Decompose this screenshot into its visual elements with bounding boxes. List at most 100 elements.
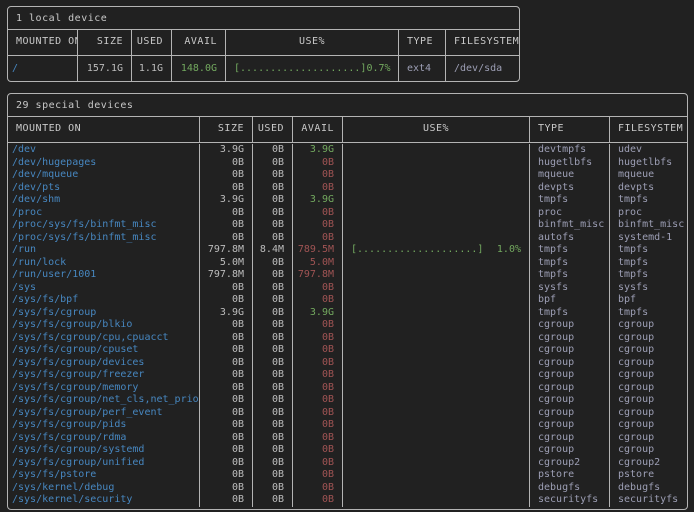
avail-cell: 0B bbox=[293, 332, 343, 345]
avail-cell: 148.0G bbox=[172, 56, 226, 81]
used-cell: 0B bbox=[253, 419, 293, 432]
size-cell: 0B bbox=[200, 469, 253, 482]
table-row: /sys/fs/cgroup/net_cls,net_prio0B0B0Bcgr… bbox=[8, 394, 687, 407]
type-cell: pstore bbox=[530, 469, 610, 482]
avail-cell: 3.9G bbox=[293, 307, 343, 320]
use-percent-cell bbox=[343, 494, 530, 507]
table-row: /sys/kernel/security0B0B0Bsecurityfssecu… bbox=[8, 494, 687, 507]
use-percent-cell bbox=[343, 294, 530, 307]
table-row: /sys/fs/pstore0B0B0Bpstorepstore bbox=[8, 469, 687, 482]
used-cell: 0B bbox=[253, 157, 293, 170]
type-cell: cgroup bbox=[530, 444, 610, 457]
avail-cell: 3.9G bbox=[293, 194, 343, 207]
mount-point-cell: / bbox=[8, 56, 78, 81]
size-cell: 0B bbox=[200, 232, 253, 245]
type-cell: hugetlbfs bbox=[530, 157, 610, 170]
use-percent-cell bbox=[343, 319, 530, 332]
filesystem-cell: cgroup bbox=[610, 332, 687, 345]
avail-cell: 0B bbox=[293, 407, 343, 420]
type-cell: tmpfs bbox=[530, 269, 610, 282]
avail-cell: 0B bbox=[293, 394, 343, 407]
mount-point-cell: /sys/fs/cgroup/perf_event bbox=[8, 407, 200, 420]
use-percent-cell bbox=[343, 444, 530, 457]
mount-point-cell: /sys/fs/cgroup/net_cls,net_prio bbox=[8, 394, 200, 407]
size-cell: 157.1G bbox=[78, 56, 132, 81]
filesystem-cell: cgroup bbox=[610, 444, 687, 457]
col-header-use-pct: USE% bbox=[226, 30, 399, 55]
avail-cell: 0B bbox=[293, 482, 343, 495]
type-cell: cgroup bbox=[530, 344, 610, 357]
avail-cell: 0B bbox=[293, 357, 343, 370]
table-row: /dev/shm3.9G0B3.9Gtmpfstmpfs bbox=[8, 194, 687, 207]
usage-percent: 1.0% bbox=[497, 244, 521, 257]
filesystem-cell: cgroup bbox=[610, 357, 687, 370]
special-table-body: /dev3.9G0B3.9Gdevtmpfsudev/dev/hugepages… bbox=[8, 143, 687, 509]
use-percent-cell bbox=[343, 257, 530, 270]
size-cell: 0B bbox=[200, 319, 253, 332]
type-cell: debugfs bbox=[530, 482, 610, 495]
filesystem-cell: cgroup bbox=[610, 432, 687, 445]
filesystem-cell: cgroup bbox=[610, 382, 687, 395]
table-row: /proc/sys/fs/binfmt_misc0B0B0Bbinfmt_mis… bbox=[8, 219, 687, 232]
type-cell: autofs bbox=[530, 232, 610, 245]
use-percent-cell bbox=[343, 469, 530, 482]
used-cell: 0B bbox=[253, 169, 293, 182]
used-cell: 0B bbox=[253, 194, 293, 207]
used-cell: 0B bbox=[253, 407, 293, 420]
type-cell: cgroup bbox=[530, 432, 610, 445]
table-row: /sys/fs/cgroup/memory0B0B0Bcgroupcgroup bbox=[8, 382, 687, 395]
special-table-header: MOUNTED ON SIZE USED AVAIL USE% TYPE FIL… bbox=[8, 117, 687, 143]
avail-cell: 0B bbox=[293, 219, 343, 232]
mount-point-cell: /run bbox=[8, 244, 200, 257]
size-cell: 0B bbox=[200, 169, 253, 182]
mount-point-cell: /sys/fs/cgroup/systemd bbox=[8, 444, 200, 457]
type-cell: binfmt_misc bbox=[530, 219, 610, 232]
mount-point-cell: /sys/fs/bpf bbox=[8, 294, 200, 307]
filesystem-cell: tmpfs bbox=[610, 307, 687, 320]
avail-cell: 0B bbox=[293, 419, 343, 432]
use-percent-cell bbox=[343, 419, 530, 432]
type-cell: cgroup2 bbox=[530, 457, 610, 470]
table-row: /sys/fs/cgroup/devices0B0B0Bcgroupcgroup bbox=[8, 357, 687, 370]
type-cell: cgroup bbox=[530, 332, 610, 345]
use-percent-cell bbox=[343, 357, 530, 370]
mount-point-cell: /dev/shm bbox=[8, 194, 200, 207]
avail-cell: 0B bbox=[293, 344, 343, 357]
used-cell: 8.4M bbox=[253, 244, 293, 257]
used-cell: 0B bbox=[253, 294, 293, 307]
used-cell: 0B bbox=[253, 319, 293, 332]
local-table-body: /157.1G1.1G148.0G[....................]0… bbox=[8, 56, 519, 81]
col-header-avail: AVAIL bbox=[172, 30, 226, 55]
mount-point-cell: /run/user/1001 bbox=[8, 269, 200, 282]
used-cell: 0B bbox=[253, 332, 293, 345]
usage-percent: 0.7% bbox=[366, 56, 390, 81]
avail-cell: 0B bbox=[293, 382, 343, 395]
type-cell: tmpfs bbox=[530, 244, 610, 257]
table-row: /sys/fs/cgroup/cpu,cpuacct0B0B0Bcgroupcg… bbox=[8, 332, 687, 345]
col-header-use-pct: USE% bbox=[343, 117, 530, 142]
table-row: /dev/pts0B0B0Bdevptsdevpts bbox=[8, 182, 687, 195]
mount-point-cell: /sys/kernel/security bbox=[8, 494, 200, 507]
used-cell: 0B bbox=[253, 457, 293, 470]
mount-point-cell: /sys/fs/cgroup/blkio bbox=[8, 319, 200, 332]
table-row: /sys/fs/bpf0B0B0Bbpfbpf bbox=[8, 294, 687, 307]
mount-point-cell: /dev/hugepages bbox=[8, 157, 200, 170]
use-percent-cell bbox=[343, 144, 530, 157]
table-row: /proc0B0B0Bprocproc bbox=[8, 207, 687, 220]
type-cell: cgroup bbox=[530, 357, 610, 370]
used-cell: 0B bbox=[253, 144, 293, 157]
table-row: /dev/hugepages0B0B0Bhugetlbfshugetlbfs bbox=[8, 157, 687, 170]
avail-cell: 0B bbox=[293, 457, 343, 470]
mount-point-cell: /sys bbox=[8, 282, 200, 295]
col-header-used: USED bbox=[253, 117, 293, 142]
col-header-filesystem: FILESYSTEM bbox=[446, 30, 519, 55]
use-percent-cell bbox=[343, 332, 530, 345]
terminal-screen: { "colors":{ "background":"#212121","for… bbox=[0, 0, 694, 512]
mount-point-cell: /sys/kernel/debug bbox=[8, 482, 200, 495]
size-cell: 0B bbox=[200, 457, 253, 470]
local-devices-panel: 1 local device MOUNTED ON SIZE USED AVAI… bbox=[7, 6, 520, 82]
table-row: /sys/fs/cgroup/rdma0B0B0Bcgroupcgroup bbox=[8, 432, 687, 445]
filesystem-cell: tmpfs bbox=[610, 194, 687, 207]
mount-point-cell: /sys/fs/cgroup/freezer bbox=[8, 369, 200, 382]
filesystem-cell: cgroup bbox=[610, 344, 687, 357]
